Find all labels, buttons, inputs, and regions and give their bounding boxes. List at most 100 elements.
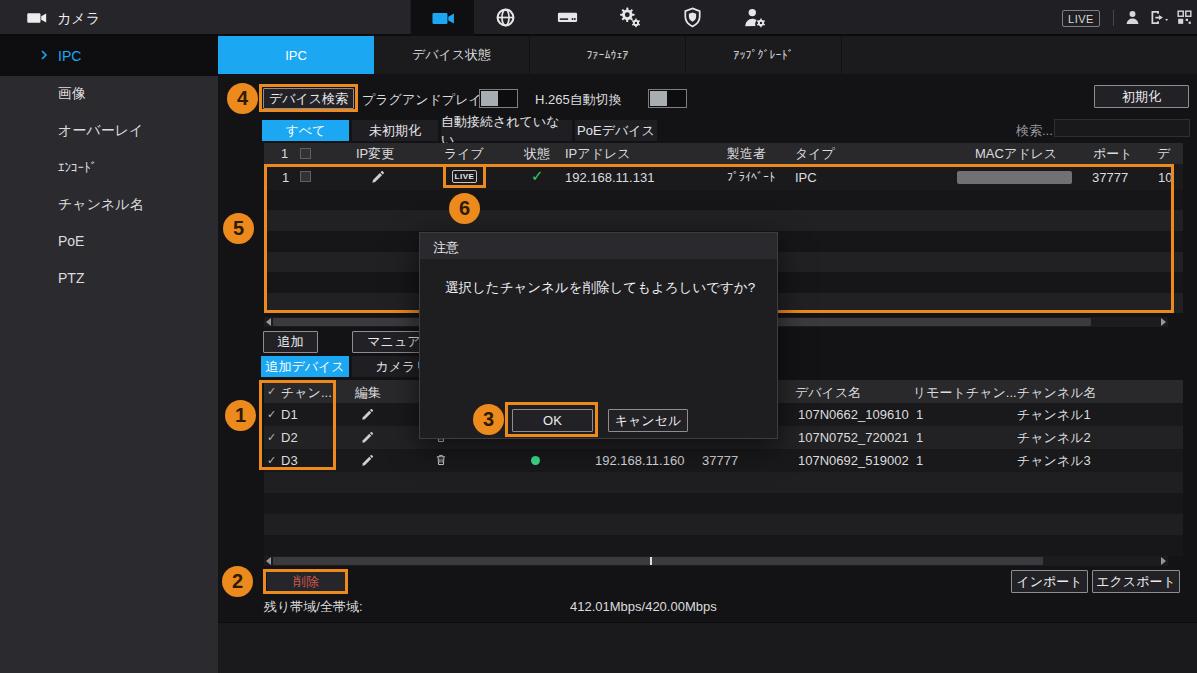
export-button[interactable]: エクスポート: [1092, 570, 1180, 593]
sidebar-item-image[interactable]: 画像: [58, 86, 86, 101]
import-button[interactable]: インポート: [1011, 570, 1088, 593]
toggle-knob: [650, 91, 667, 106]
tab-strip: IPC デバイス状態 ﾌｧｰﾑｳｪｱ ｱｯﾌﾟｸﾞﾚｰﾄﾞ: [218, 36, 1197, 74]
topbar: カメラ: [0, 0, 1197, 36]
col-live: ライブ: [444, 146, 484, 161]
sidebar-item-poe[interactable]: PoE: [58, 234, 84, 249]
edit-icon[interactable]: [361, 453, 375, 467]
bottom-strip: [218, 622, 1197, 673]
annotation-3: 3: [473, 404, 504, 435]
col2-remote-channel: リモートチャン...: [913, 385, 1017, 400]
annotation-1: 1: [225, 400, 256, 431]
filter-all[interactable]: すべて: [262, 120, 349, 141]
storage-nav-icon[interactable]: [555, 5, 580, 30]
system-settings-nav-icon[interactable]: [617, 5, 643, 31]
scroll-left-arrow[interactable]: [266, 557, 271, 565]
row-device-name: 107N0692_519002: [798, 453, 909, 468]
annotation-rect-ok: [505, 402, 598, 437]
tab-ipc[interactable]: IPC: [218, 36, 374, 74]
col2-device-name: デバイス名: [795, 385, 861, 400]
row-channel-name: チャンネル1: [1017, 407, 1091, 422]
bandwidth-value: 412.01Mbps/420.00Mbps: [570, 599, 717, 614]
scroll-left-arrow[interactable]: [266, 318, 271, 326]
annotation-6: 6: [449, 193, 480, 224]
col-num: 1: [281, 146, 288, 161]
sidebar-item-ipc[interactable]: IPC: [0, 36, 218, 76]
annotation-rect-channels: [259, 380, 336, 470]
col2-edit: 編集: [355, 385, 381, 400]
row-ip: 192.168.11.160: [595, 453, 684, 468]
security-nav-icon[interactable]: [681, 6, 704, 29]
qr-grid-icon[interactable]: [1175, 8, 1194, 27]
plug-and-play-label: プラグアンドプレイ: [362, 92, 482, 107]
camera-settings-screen: カメラ: [0, 0, 1197, 673]
h265-auto-label: H.265自動切換: [535, 92, 622, 107]
h265-auto-toggle[interactable]: [648, 89, 687, 108]
sidebar-item-overlay[interactable]: オーバーレイ: [58, 123, 143, 138]
col-ip-edit: IP変更: [356, 146, 394, 161]
delete-row-icon[interactable]: [434, 453, 448, 467]
annotation-rect-live: [443, 164, 486, 188]
row-remote-channel: 1: [916, 407, 923, 422]
network-nav-icon[interactable]: [493, 5, 518, 30]
subtab-added-device[interactable]: 追加デバイス: [261, 356, 349, 377]
online-status-dot: [531, 456, 540, 465]
page-title: カメラ: [57, 10, 100, 28]
scroll-thumb[interactable]: [273, 557, 1043, 565]
row-remote-channel: 1: [916, 430, 923, 445]
sidebar-item-label: IPC: [58, 48, 81, 64]
topbar-separator: [1113, 10, 1114, 26]
sidebar-item-channel-name[interactable]: チャンネル名: [58, 197, 144, 212]
annotation-4: 4: [227, 83, 258, 114]
annotation-rect-device-search: [259, 84, 358, 112]
user-icon[interactable]: [1122, 7, 1143, 28]
row-channel-name: チャンネル3: [1017, 453, 1091, 468]
row-channel-name: チャンネル2: [1017, 430, 1091, 445]
col-port: ポート: [1093, 146, 1133, 161]
col-manufacturer: 製造者: [727, 146, 766, 161]
add-button[interactable]: 追加: [263, 331, 318, 353]
toggle-knob: [481, 91, 498, 106]
added-table-empty-rows: [264, 472, 1183, 556]
filter-uninitialized[interactable]: 未初期化: [352, 120, 438, 141]
plug-and-play-toggle[interactable]: [479, 89, 518, 108]
initialize-button[interactable]: 初期化: [1094, 85, 1189, 108]
select-all-checkbox[interactable]: [300, 148, 311, 159]
row-remote-channel: 1: [916, 453, 923, 468]
tab-device-status[interactable]: デバイス状態: [374, 36, 530, 74]
sidebar: IPC 画像 オーバーレイ ｴﾝｺｰﾄﾞ チャンネル名 PoE PTZ: [0, 36, 218, 673]
dialog-cancel-button[interactable]: キャンセル: [608, 409, 688, 432]
chevron-right-icon: [38, 49, 50, 61]
search-label: 検索...: [1016, 123, 1053, 138]
confirm-dialog: 注意 選択したチャンネルを削除してもよろしいですか? OK キャンセル: [419, 232, 778, 439]
col-truncated: デ: [1157, 146, 1170, 161]
tab-firmware[interactable]: ﾌｧｰﾑｳｪｱ: [530, 36, 686, 74]
account-settings-nav-icon[interactable]: [742, 5, 768, 31]
edit-icon[interactable]: [361, 430, 375, 444]
scroll-right-arrow[interactable]: [1161, 318, 1166, 326]
search-input[interactable]: [1054, 119, 1190, 137]
edit-icon[interactable]: [361, 407, 375, 421]
col-ip: IPアドレス: [565, 146, 631, 161]
col2-channel-name: チャンネル名: [1017, 385, 1097, 400]
sidebar-item-ptz[interactable]: PTZ: [58, 271, 84, 286]
dialog-message: 選択したチャンネルを削除してもよろしいですか?: [445, 279, 755, 297]
sidebar-item-encode[interactable]: ｴﾝｺｰﾄﾞ: [58, 160, 97, 175]
bandwidth-label: 残り帯域/全帯域:: [264, 599, 363, 614]
dialog-titlebar: 注意: [420, 233, 777, 259]
filter-poe-device[interactable]: PoEデバイス: [575, 120, 657, 141]
camera-nav-icon[interactable]: [431, 6, 456, 31]
logout-icon[interactable]: [1147, 7, 1170, 28]
annotation-rect-delete: [263, 569, 348, 594]
col-mac: MACアドレス: [975, 146, 1057, 161]
scroll-right-arrow[interactable]: [1161, 557, 1166, 565]
tab-upgrade[interactable]: ｱｯﾌﾟｸﾞﾚｰﾄﾞ: [686, 36, 842, 74]
added-table-hscrollbar[interactable]: [264, 556, 1168, 566]
live-badge[interactable]: LIVE: [1062, 10, 1100, 27]
scroll-thumb-grip: [650, 557, 652, 565]
row-port: 37777: [702, 453, 738, 468]
row-device-name: 107N0752_720021: [798, 430, 909, 445]
filter-not-auto-connected[interactable]: 自動接続されていない: [441, 120, 572, 141]
dialog-title: 注意: [433, 239, 459, 257]
col-type: タイプ: [795, 146, 835, 161]
